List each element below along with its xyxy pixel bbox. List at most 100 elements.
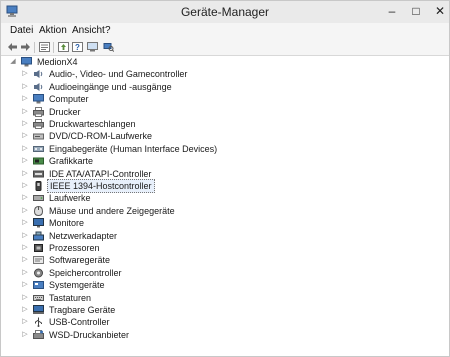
tree-item-label: Laufwerke [49,193,91,204]
tree-item[interactable]: ▷ Mäuse und andere Zeigegeräte [21,205,177,217]
collapsed-arrow-icon[interactable]: ▷ [21,168,29,180]
update-driver-icon[interactable] [58,42,69,52]
toolbar-separator [53,42,54,53]
disc-drive-icon [33,133,44,140]
menu-aktion[interactable]: Aktion [39,25,67,36]
speaker-icon [34,82,43,91]
maximize-button[interactable]: □ [411,4,421,18]
storage-controller-icon [34,268,43,278]
tree-item[interactable]: ▷ Druckwarteschlangen [21,118,138,130]
tree-item-label: Grafikkarte [49,156,94,167]
tree-item[interactable]: ▷ Tragbare Geräte [21,304,117,316]
tree-item[interactable]: ▷ Audioeingänge und -ausgänge [21,81,174,93]
collapsed-arrow-icon[interactable]: ▷ [21,155,29,167]
tree-item-label: DVD/CD-ROM-Laufwerke [49,131,153,142]
collapsed-arrow-icon[interactable]: ▷ [21,316,29,328]
tree-root[interactable]: ◢ MedionX4 [9,56,80,68]
tree-item-label: Audioeingänge und -ausgänge [49,81,172,92]
display-adapter-icon [33,157,44,165]
disk-drive-icon [33,195,44,202]
menu-ansicht[interactable]: Ansicht [72,25,105,36]
collapsed-arrow-icon[interactable]: ▷ [21,93,29,105]
monitor-settings-icon[interactable] [87,42,98,52]
tree-item-label: Netzwerkadapter [49,230,118,241]
wsd-printer-icon [33,329,44,339]
collapsed-arrow-icon[interactable]: ▷ [21,279,29,291]
tree-item[interactable]: ▷ Monitore [21,217,86,229]
collapsed-arrow-icon[interactable]: ▷ [21,205,29,217]
collapsed-arrow-icon[interactable]: ▷ [21,68,29,80]
back-arrow-icon[interactable] [7,42,18,52]
collapsed-arrow-icon[interactable]: ▷ [21,217,29,229]
svg-text:?: ? [75,43,80,52]
device-tree: ◢ MedionX4 ▷ Audio-, Video- und Gamecontrol… [1,56,449,356]
collapsed-arrow-icon[interactable]: ▷ [21,304,29,316]
menu-help[interactable]: ? [105,25,111,36]
close-button[interactable]: ✕ [435,4,445,18]
collapsed-arrow-icon[interactable]: ▷ [21,192,29,204]
collapsed-arrow-icon[interactable]: ▷ [21,230,29,242]
processor-icon [34,244,43,252]
tree-item[interactable]: ▷ WSD-Druckanbieter [21,329,131,341]
tree-item-label: Speichercontroller [49,267,122,278]
tree-item[interactable]: ▷ Eingabegeräte (Human Interface Devices) [21,143,219,155]
tree-item[interactable]: ▷ IDE ATA/ATAPI-Controller [21,168,153,180]
tree-item[interactable]: ▷ DVD/CD-ROM-Laufwerke [21,130,154,142]
tree-item[interactable]: ▷ Prozessoren [21,242,102,254]
tree-item[interactable]: ▷ Computer [21,93,91,105]
tree-item-label: Druckwarteschlangen [49,119,136,129]
tree-item-label: Tastaturen [49,292,92,303]
tree-item[interactable]: ▷ Grafikkarte [21,155,95,167]
tree-item-label: Softwaregeräte [49,255,111,266]
collapsed-arrow-icon[interactable]: ▷ [21,180,29,192]
tree-item[interactable]: ▷ Speichercontroller [21,267,124,279]
window-controls: – □ ✕ [387,4,445,18]
monitor-icon [33,218,44,228]
keyboard-icon [33,294,44,301]
menu-datei[interactable]: Datei [10,25,33,36]
collapsed-arrow-icon[interactable]: ▷ [21,143,29,155]
tree-root-label: MedionX4 [37,57,78,67]
help-icon[interactable]: ? [72,42,83,52]
collapsed-arrow-icon[interactable]: ▷ [21,292,29,304]
hid-icon [33,145,44,152]
tree-item-label: USB-Controller [49,317,110,328]
collapsed-arrow-icon[interactable]: ▷ [21,118,29,130]
printer-icon [33,119,44,129]
scan-hardware-icon[interactable] [103,42,114,52]
collapsed-arrow-icon[interactable]: ▷ [21,130,29,142]
collapsed-arrow-icon[interactable]: ▷ [21,329,29,341]
window-title: Geräte-Manager [180,5,270,19]
tree-item-label: WSD-Druckanbieter [49,329,130,340]
collapsed-arrow-icon[interactable]: ▷ [21,267,29,279]
tree-item[interactable]: ▷ USB-Controller [21,316,112,328]
computer-icon [21,57,32,67]
tree-item[interactable]: ▷ Softwaregeräte [21,254,112,266]
expanded-arrow-icon[interactable]: ◢ [9,56,17,68]
tree-item-label: Mäuse und andere Zeigegeräte [49,205,175,216]
tree-item-label: Systemgeräte [49,280,105,291]
collapsed-arrow-icon[interactable]: ▷ [21,242,29,254]
collapsed-arrow-icon[interactable]: ▷ [21,81,29,93]
tree-item-label: Drucker [49,106,81,117]
menu-bar: Datei Aktion Ansicht ? [1,23,449,40]
forward-arrow-icon[interactable] [20,42,31,52]
collapsed-arrow-icon[interactable]: ▷ [21,106,29,118]
tree-item[interactable]: ▷ Drucker [21,106,83,118]
tree-item-label: Monitore [49,218,85,229]
tree-item[interactable]: ▷ Tastaturen [21,292,93,304]
tree-item[interactable]: ▷ Systemgeräte [21,279,107,291]
properties-icon[interactable] [39,42,50,52]
tree-item[interactable]: ▷ Audio-, Video- und Gamecontroller [21,68,189,80]
tree-item[interactable]: ▷ IEEE 1394-Hostcontroller [21,179,155,193]
printer-icon [33,106,44,117]
tree-item-label: IEEE 1394-Hostcontroller [47,179,155,193]
tree-item[interactable]: ▷ Netzwerkadapter [21,230,119,242]
tree-item-label: Eingabegeräte (Human Interface Devices) [49,143,218,154]
collapsed-arrow-icon[interactable]: ▷ [21,254,29,266]
tree-item[interactable]: ▷ Laufwerke [21,192,93,204]
minimize-button[interactable]: – [387,4,397,18]
tree-item-label: Computer [49,94,89,105]
device-manager-window: Geräte-Manager – □ ✕ Datei Aktion Ansich… [0,0,450,357]
toolbar: ? [1,40,449,56]
